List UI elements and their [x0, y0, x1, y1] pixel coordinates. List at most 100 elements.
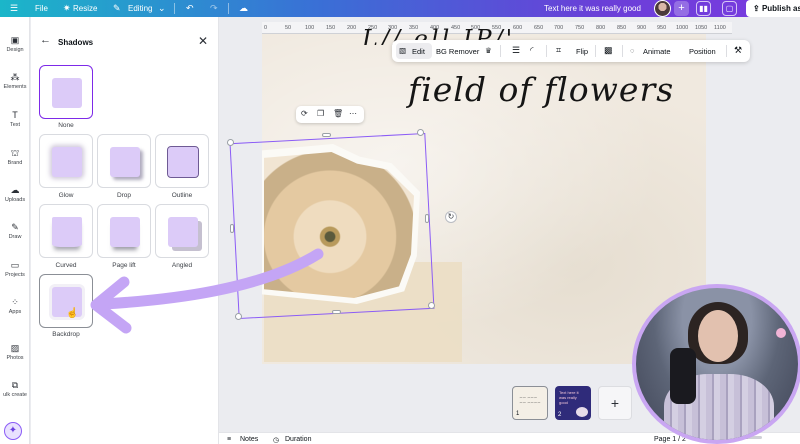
- resize-handle-top[interactable]: [322, 133, 331, 137]
- comment-add-icon[interactable]: ⟳: [301, 109, 308, 119]
- border-style-icon[interactable]: ☰: [512, 45, 520, 56]
- rotate-icon[interactable]: ↻: [445, 211, 457, 223]
- paint-format-icon[interactable]: ⚒: [734, 45, 742, 56]
- ruler-tick: 750: [575, 25, 585, 31]
- close-icon[interactable]: ✕: [198, 35, 208, 47]
- editing-mode-button[interactable]: Editing: [128, 4, 152, 13]
- edit-button[interactable]: Edit: [412, 47, 425, 56]
- resize-button[interactable]: Resize: [73, 4, 97, 13]
- shadow-preview: [52, 78, 82, 108]
- shadow-option-page-lift[interactable]: [97, 204, 151, 258]
- shadow-preview: [167, 146, 199, 178]
- page-thumbnail-1[interactable]: ∼∼ ∼∼∼ ∼∼ ∼∼∼∼ 1: [512, 386, 548, 420]
- duplicate-icon[interactable]: ❐: [317, 109, 324, 119]
- position-button[interactable]: Position: [689, 47, 716, 56]
- shadows-panel: ← Shadows ✕ None Glow Drop Outline Curve…: [31, 17, 219, 444]
- ruler-tick: 650: [534, 25, 544, 31]
- add-collaborator-button[interactable]: +: [674, 1, 689, 16]
- trash-icon[interactable]: 🗑: [333, 109, 343, 119]
- add-page-button[interactable]: +: [598, 386, 632, 420]
- webcam-overlay: [632, 284, 800, 444]
- rail-label: Projects: [5, 272, 25, 278]
- rail-item-bulk-create[interactable]: ⧉ ulk create: [0, 380, 30, 398]
- resize-handle-right[interactable]: [425, 214, 429, 223]
- shadow-option-angled[interactable]: [155, 204, 209, 258]
- crop-icon[interactable]: ⌗: [556, 45, 561, 56]
- resize-handle-left[interactable]: [230, 224, 234, 233]
- flip-button[interactable]: Flip: [576, 47, 588, 56]
- rail-label: Draw: [8, 234, 22, 240]
- rail-item-uploads[interactable]: ☁ Uploads: [0, 185, 30, 203]
- resize-handle-top-left[interactable]: [227, 139, 234, 146]
- document-title[interactable]: Text here it was really good: [544, 4, 641, 13]
- bulk-create-icon: ⧉: [11, 380, 19, 390]
- rail-item-brand[interactable]: ⛫ Brand: [0, 148, 30, 166]
- rail-item-design[interactable]: ▣ Design: [0, 35, 30, 53]
- pencil-icon: ✎: [113, 3, 121, 13]
- resize-handle-bottom-right[interactable]: [428, 302, 435, 309]
- animate-button[interactable]: Animate: [643, 47, 671, 56]
- selection-frame[interactable]: [229, 132, 435, 320]
- page-number: 2: [558, 412, 562, 418]
- panel-title: Shadows: [58, 38, 94, 47]
- divider: [726, 45, 727, 57]
- rail-item-projects[interactable]: ▭ Projects: [0, 260, 30, 278]
- shadow-option-curved[interactable]: [39, 204, 93, 258]
- thumb-text: Text here it was really good: [559, 390, 579, 405]
- analytics-icon[interactable]: ▮▮: [696, 1, 711, 16]
- rail-item-draw[interactable]: ✎ Draw: [0, 222, 30, 240]
- top-bar: ☰ File ✷ Resize ✎ Editing ⌄ ↶ ↷ ☁ Text h…: [0, 0, 800, 17]
- rail-item-text[interactable]: T Text: [0, 110, 30, 128]
- rail-label: Text: [9, 122, 21, 128]
- shadow-preview: [52, 217, 82, 247]
- shadow-option-label: Curved: [55, 262, 77, 269]
- sparkle-icon: ✷: [63, 3, 71, 13]
- shadow-option-backdrop[interactable]: ☝: [39, 274, 93, 328]
- file-menu[interactable]: File: [35, 4, 48, 13]
- cloud-save-icon[interactable]: ☁: [239, 3, 248, 13]
- panel-header: ← Shadows ✕: [31, 17, 219, 48]
- divider: [500, 45, 501, 57]
- rail-label: Uploads: [4, 197, 26, 203]
- shadow-option-drop[interactable]: [97, 134, 151, 188]
- shadow-option-none[interactable]: [39, 65, 93, 119]
- page-thumbnail-2[interactable]: Text here it was really good 2: [555, 386, 591, 420]
- divider: [174, 3, 175, 14]
- undo-icon[interactable]: ↶: [186, 3, 194, 13]
- resize-handle-top-right[interactable]: [417, 129, 424, 136]
- back-arrow-icon[interactable]: ←: [40, 35, 51, 46]
- bg-remover-button[interactable]: BG Remover: [436, 47, 479, 56]
- resize-handle-bottom-left[interactable]: [235, 313, 242, 320]
- chevron-down-icon[interactable]: ⌄: [158, 3, 166, 13]
- uploads-icon: ☁: [10, 185, 20, 195]
- magic-sparkle-button[interactable]: ✦: [4, 422, 22, 440]
- ruler-tick: 800: [596, 25, 606, 31]
- notes-button[interactable]: Notes: [240, 436, 258, 443]
- elements-icon: ⁂: [10, 72, 20, 82]
- resize-handle-bottom[interactable]: [332, 310, 341, 314]
- menu-icon[interactable]: ☰: [10, 3, 18, 13]
- hand-cursor-icon: ☝: [66, 308, 79, 319]
- more-icon[interactable]: ⋯: [349, 109, 357, 119]
- redo-icon[interactable]: ↷: [210, 3, 218, 13]
- avatar[interactable]: [654, 0, 671, 17]
- divider: [622, 45, 623, 57]
- corner-rounding-icon[interactable]: ◜: [530, 45, 534, 56]
- shadow-option-glow[interactable]: [39, 134, 93, 188]
- shadow-option-label: Backdrop: [52, 331, 80, 338]
- comment-icon[interactable]: ▢: [722, 1, 737, 16]
- rail-item-photos[interactable]: ▨ Photos: [0, 343, 30, 361]
- ruler-tick: 0: [264, 25, 268, 31]
- rail-item-apps[interactable]: ⁘ Apps: [0, 297, 30, 315]
- rail-item-elements[interactable]: ⁂ Elements: [0, 72, 30, 90]
- duration-button[interactable]: Duration: [285, 436, 311, 443]
- text-icon: T: [12, 110, 18, 120]
- script-text-heading[interactable]: field of flowers: [408, 70, 674, 109]
- projects-icon: ▭: [10, 260, 20, 270]
- shadow-option-outline[interactable]: [155, 134, 209, 188]
- ruler-tick: 850: [617, 25, 627, 31]
- publish-button[interactable]: ⇪ Publish as: [746, 0, 800, 17]
- shadow-option-label: Angled: [171, 262, 193, 269]
- shadow-option-label: Drop: [116, 192, 132, 199]
- transparency-icon[interactable]: ▩: [604, 45, 613, 56]
